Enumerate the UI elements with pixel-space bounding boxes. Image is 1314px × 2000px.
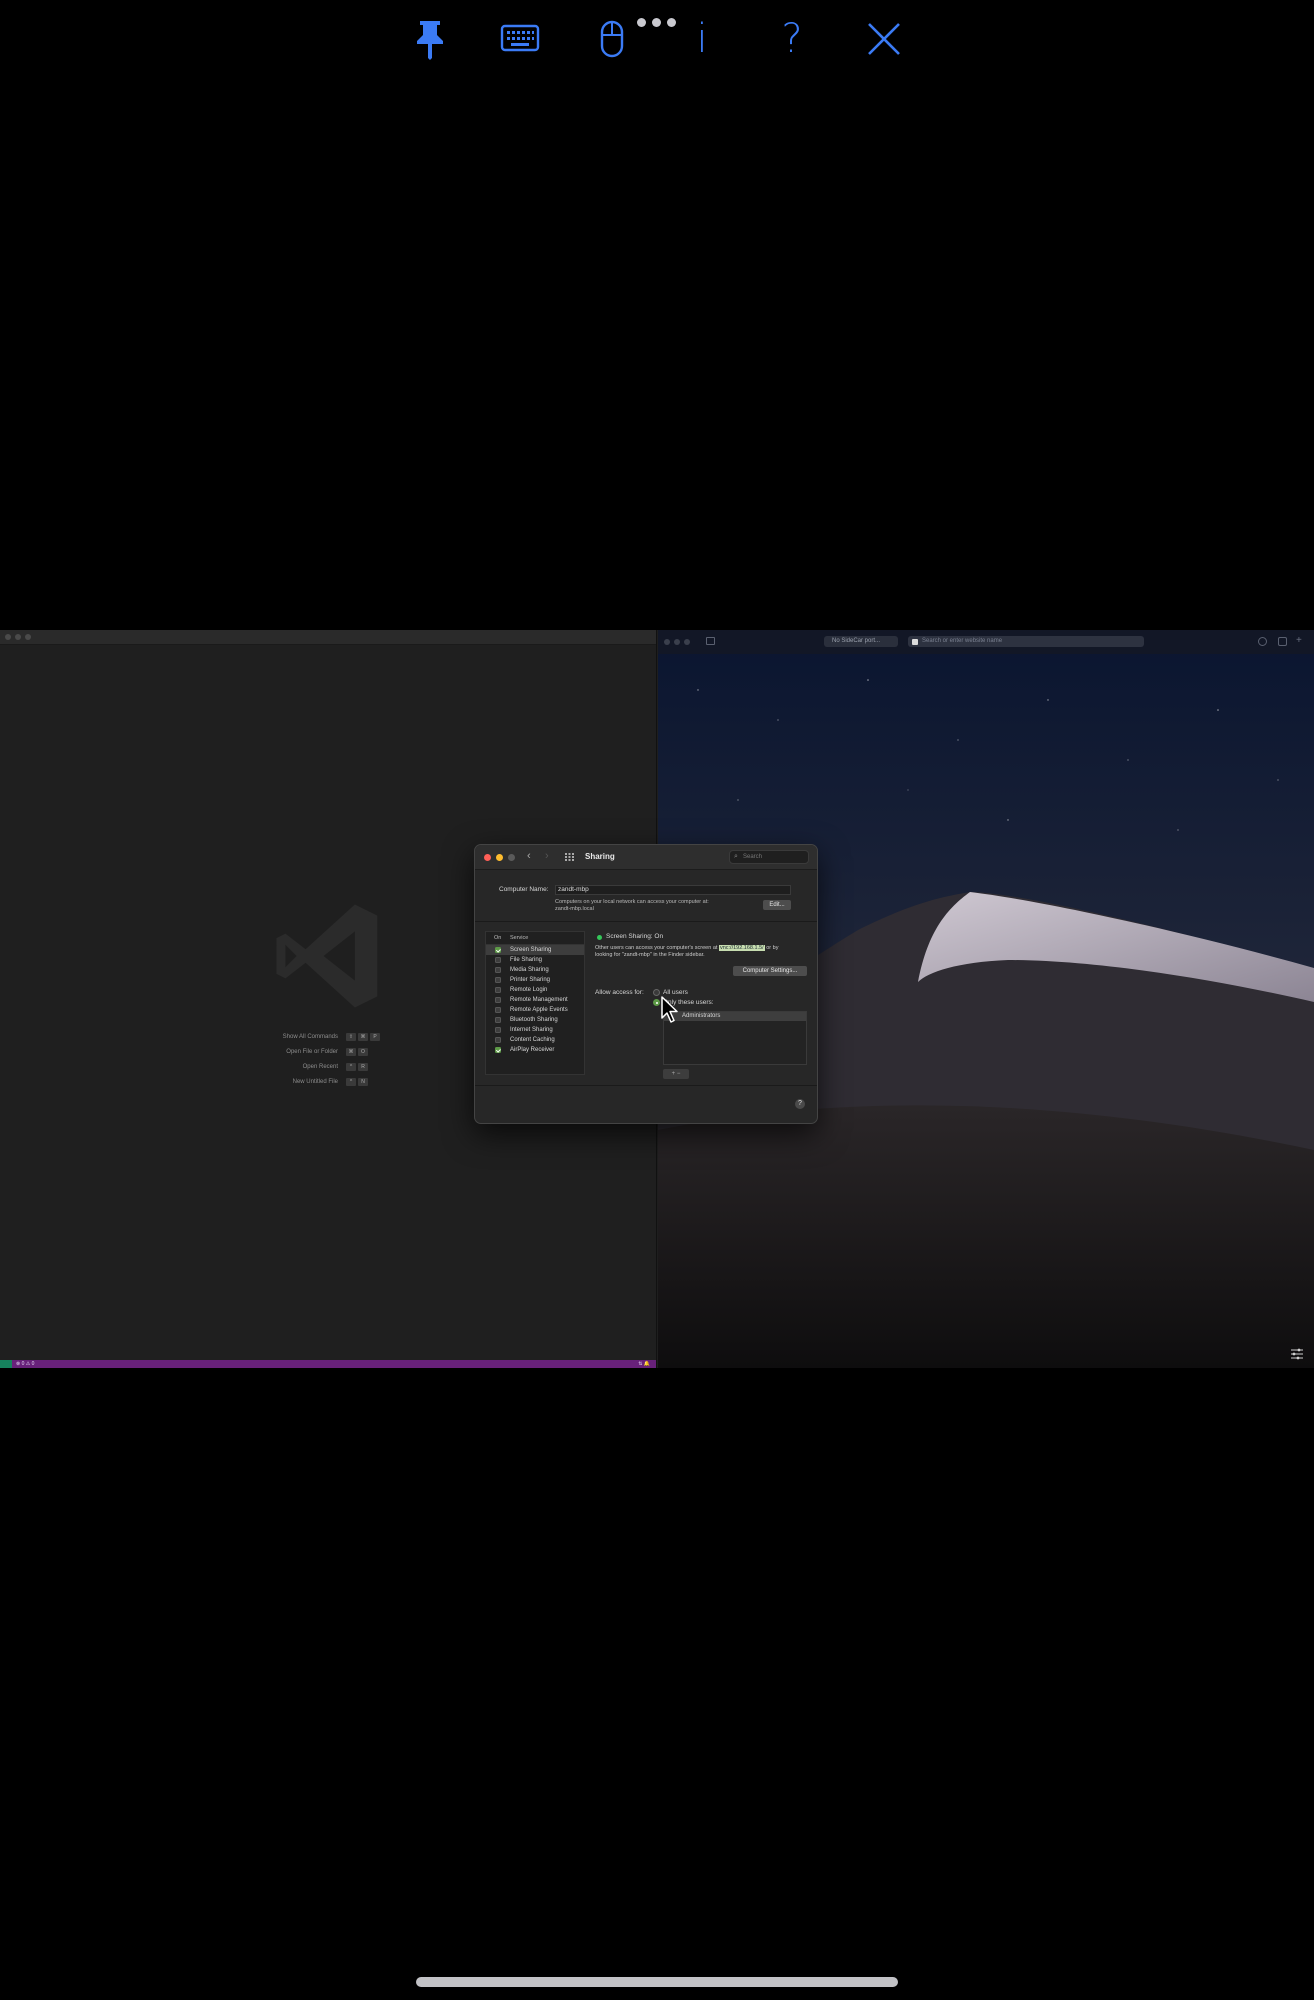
service-row-media-sharing[interactable]: Media Sharing xyxy=(486,965,584,975)
vscode-titlebar[interactable] xyxy=(0,630,656,645)
pin-icon xyxy=(417,21,443,60)
safari-address-bar[interactable]: Search or enter website name xyxy=(908,636,1144,647)
back-icon[interactable]: ‹ xyxy=(527,850,531,862)
grid-icon[interactable] xyxy=(565,853,574,861)
vnc-address[interactable]: vnc://192.168.1.5/ xyxy=(718,945,765,951)
vscode-command-row[interactable]: New Untitled File ^ N xyxy=(180,1077,410,1089)
edit-button[interactable]: Edit... xyxy=(763,900,791,910)
allow-access-label: Allow access for: xyxy=(595,989,644,996)
pin-button[interactable] xyxy=(404,14,456,64)
search-input[interactable]: ⌕ Search xyxy=(729,850,809,864)
users-list[interactable]: Administrators xyxy=(663,1011,807,1065)
service-row-internet-sharing[interactable]: Internet Sharing xyxy=(486,1025,584,1035)
service-row-remote-management[interactable]: Remote Management xyxy=(486,995,584,1005)
remote-screen[interactable]: Show All Commands ⇧ ⌘ P Open File or Folde… xyxy=(0,630,1314,1368)
vscode-status-bar: ⊗ 0 ⚠ 0 ⇅ 🔔 xyxy=(0,1360,656,1368)
access-description: Other users can access your computer's s… xyxy=(595,945,779,951)
vscode-command-row[interactable]: Open Recent ^ R xyxy=(180,1062,410,1074)
info-icon: i xyxy=(696,16,708,62)
status-bar-right[interactable]: ⇅ 🔔 xyxy=(638,1360,650,1368)
help-button[interactable]: ? xyxy=(795,1099,805,1109)
sharing-titlebar[interactable]: ‹ › Sharing ⌕ Search xyxy=(475,845,817,870)
minimize-light[interactable] xyxy=(496,854,503,861)
vscode-command-row[interactable]: Open File or Folder ⌘ O xyxy=(180,1047,410,1059)
privacy-icon[interactable] xyxy=(1258,637,1267,646)
checkbox[interactable] xyxy=(495,957,501,963)
service-list-header: On Service xyxy=(486,932,584,945)
divider xyxy=(475,1085,817,1086)
user-row-administrators[interactable]: Administrators xyxy=(664,1012,806,1021)
minimize-light[interactable] xyxy=(15,634,21,640)
computer-name-label: Computer Name: xyxy=(499,886,549,893)
zoom-light[interactable] xyxy=(25,634,31,640)
remote-client-toolbar: i ? xyxy=(0,0,1314,80)
service-row-screen-sharing[interactable]: Screen Sharing xyxy=(486,945,584,955)
sliders-icon[interactable] xyxy=(1290,1348,1304,1360)
service-row-airplay-receiver[interactable]: AirPlay Receiver xyxy=(486,1045,584,1055)
service-row-file-sharing[interactable]: File Sharing xyxy=(486,955,584,965)
sharing-settings-window[interactable]: ‹ › Sharing ⌕ Search Computer Name: zand… xyxy=(474,844,818,1124)
service-row-content-caching[interactable]: Content Caching xyxy=(486,1035,584,1045)
share-icon[interactable] xyxy=(1278,637,1287,646)
minimize-light[interactable] xyxy=(674,639,680,645)
toolbar-drag-handle[interactable] xyxy=(636,16,678,28)
close-icon xyxy=(868,23,900,55)
mouse-pointer-icon xyxy=(661,996,678,1023)
service-row-printer-sharing[interactable]: Printer Sharing xyxy=(486,975,584,985)
zoom-light[interactable] xyxy=(684,639,690,645)
all-users-label: All users xyxy=(663,989,688,996)
checkbox[interactable] xyxy=(495,1047,501,1053)
keyboard-button[interactable] xyxy=(494,14,546,64)
checkbox[interactable] xyxy=(495,1037,501,1043)
local-address: zandt-mbp.local xyxy=(555,906,594,912)
mouse-button[interactable] xyxy=(586,14,638,64)
access-description-2: looking for "zandt-mbp" in the Finder si… xyxy=(595,952,705,958)
checkbox[interactable] xyxy=(495,997,501,1003)
service-row-bluetooth-sharing[interactable]: Bluetooth Sharing xyxy=(486,1015,584,1025)
screen-sharing-status: Screen Sharing: On xyxy=(606,933,664,940)
checkbox[interactable] xyxy=(495,967,501,973)
all-users-radio[interactable] xyxy=(653,989,660,996)
keyboard-icon xyxy=(500,24,540,52)
info-button[interactable]: i xyxy=(676,14,728,64)
checkbox[interactable] xyxy=(495,977,501,983)
service-list[interactable]: On Service Screen Sharing File Sharing M… xyxy=(485,931,585,1075)
checkbox[interactable] xyxy=(495,1007,501,1013)
safari-tab[interactable]: No SideCar port... xyxy=(824,636,898,647)
status-indicator xyxy=(597,935,602,940)
close-light[interactable] xyxy=(484,854,491,861)
checkbox[interactable] xyxy=(495,1017,501,1023)
vscode-logo-icon xyxy=(276,904,378,1008)
close-light[interactable] xyxy=(664,639,670,645)
mouse-icon xyxy=(600,20,624,58)
forward-icon[interactable]: › xyxy=(545,850,549,862)
add-remove-buttons[interactable]: + − xyxy=(663,1069,689,1079)
checkbox[interactable] xyxy=(495,987,501,993)
help-icon: ? xyxy=(781,16,803,62)
zoom-light[interactable] xyxy=(508,854,515,861)
computer-settings-button[interactable]: Computer Settings... xyxy=(733,966,807,976)
search-icon: ⌕ xyxy=(734,853,738,860)
vscode-command-row[interactable]: Show All Commands ⇧ ⌘ P xyxy=(180,1032,410,1044)
local-network-note: Computers on your local network can acce… xyxy=(555,899,709,905)
service-row-remote-apple-events[interactable]: Remote Apple Events xyxy=(486,1005,584,1015)
checkbox[interactable] xyxy=(495,947,501,953)
divider xyxy=(475,921,817,922)
sidebar-icon[interactable] xyxy=(706,637,715,645)
help-button[interactable]: ? xyxy=(766,14,818,64)
close-button[interactable] xyxy=(858,14,910,64)
close-light[interactable] xyxy=(5,634,11,640)
problems-counter[interactable]: ⊗ 0 ⚠ 0 xyxy=(16,1360,34,1368)
remote-indicator[interactable] xyxy=(0,1360,12,1368)
window-title: Sharing xyxy=(585,852,615,861)
computer-name-field[interactable]: zandt-mbp xyxy=(555,885,791,895)
service-row-remote-login[interactable]: Remote Login xyxy=(486,985,584,995)
new-tab-icon[interactable]: + xyxy=(1296,635,1302,646)
favicon-icon xyxy=(912,639,918,645)
only-these-users-radio[interactable] xyxy=(653,999,660,1006)
home-indicator[interactable] xyxy=(416,1977,898,1987)
checkbox[interactable] xyxy=(495,1027,501,1033)
safari-toolbar: No SideCar port... Search or enter websi… xyxy=(658,630,1314,654)
